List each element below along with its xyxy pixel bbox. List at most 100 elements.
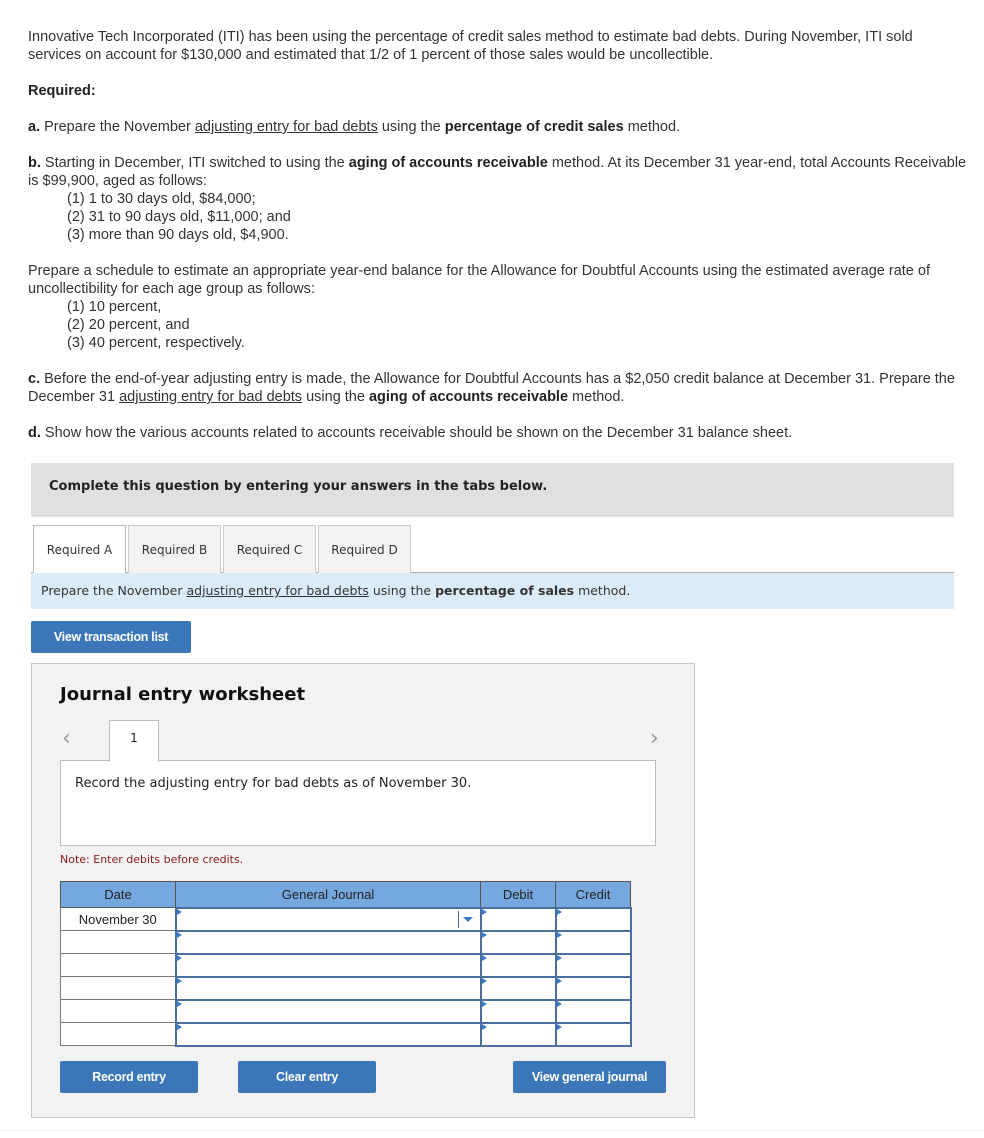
account-input[interactable] [174,975,482,1001]
view-transaction-list-button[interactable]: View transaction list [31,621,191,653]
tab-instruction: Prepare the November adjusting entry for… [31,573,954,609]
credit-input[interactable] [554,1021,632,1047]
input-marker-icon [176,1023,182,1030]
banner-text: Complete this question by entering your … [49,479,548,494]
tab-required-c[interactable]: Required C [223,525,316,573]
c-bold: aging of accounts receivable [368,389,569,405]
input-marker-icon [556,954,562,961]
account-input[interactable] [174,998,482,1024]
debit-input[interactable] [479,975,557,1001]
required-heading: Required: [28,82,968,100]
chevron-right-icon[interactable]: › [650,726,659,751]
intro-text: Innovative Tech Incorporated (ITI) has b… [28,29,913,63]
credit-input[interactable] [554,929,632,955]
divider [0,1130,984,1131]
input-marker-icon [176,954,182,961]
instruction-bold: percentage of sales [435,583,575,598]
input-marker-icon [481,977,487,984]
instruction-text: using the [368,583,436,598]
problem-intro: Innovative Tech Incorporated (ITI) has b… [28,28,968,64]
credit-input[interactable] [554,998,632,1024]
record-entry-button[interactable]: Record entry [60,1061,198,1093]
debit-input[interactable] [479,998,557,1024]
input-marker-icon [481,1023,487,1030]
journal-row [60,929,632,955]
credit-input[interactable] [554,952,632,978]
instruction-link[interactable]: adjusting entry for bad debts [186,583,368,598]
a-bold: percentage of credit sales [444,119,624,135]
rate-item: (1) 10 percent, [67,299,162,315]
tab-required-d[interactable]: Required D [318,525,411,573]
d-prefix: d. [28,425,41,441]
account-input[interactable] [174,1021,482,1047]
input-marker-icon [556,1023,562,1030]
requirement-b: b. Starting in December, ITI switched to… [28,154,968,244]
input-marker-icon [556,977,562,984]
input-marker-icon [481,931,487,938]
schedule-text: Prepare a schedule to estimate an approp… [28,263,930,297]
journal-row [60,1021,632,1047]
chevron-left-icon[interactable]: ‹ [62,726,71,751]
requirement-d: d. Show how the various accounts related… [28,424,968,442]
journal-row [60,952,632,978]
instruction-text: Prepare the November [41,583,187,598]
input-marker-icon [176,931,182,938]
entry-tab-1[interactable]: 1 [109,720,159,762]
requirement-c: c. Before the end-of-year adjusting entr… [28,370,968,406]
date-cell [60,1022,176,1046]
c-prefix: c. [28,371,41,387]
credit-input[interactable] [554,975,632,1001]
debit-input[interactable] [479,906,557,932]
journal-entry-worksheet: Journal entry worksheet ‹ › 1 Record the… [31,663,695,1118]
c-link[interactable]: adjusting entry for bad debts [119,389,302,405]
c-text: method. [568,389,625,405]
worksheet-title: Journal entry worksheet [60,684,306,705]
d-text: Show how the various accounts related to… [40,425,793,441]
instructions-banner: Complete this question by entering your … [31,463,954,517]
view-general-journal-button[interactable]: View general journal [513,1061,666,1093]
input-marker-icon [176,1000,182,1007]
input-marker-icon [481,954,487,961]
aging-item: (3) more than 90 days old, $4,900. [67,227,289,243]
aging-item: (2) 31 to 90 days old, $11,000; and [67,209,291,225]
a-text: Prepare the November [40,119,195,135]
debit-input[interactable] [479,1021,557,1047]
date-cell [60,976,176,1000]
journal-row [60,975,632,1001]
date-cell [60,930,176,954]
account-input[interactable] [174,952,482,978]
b-bold: aging of accounts receivable [348,155,548,171]
journal-table: Date General Journal Debit Credit Novemb… [60,881,632,1047]
entry-note: Note: Enter debits before credits. [60,853,244,866]
credit-input[interactable] [554,906,632,932]
tab-required-a[interactable]: Required A [33,525,126,574]
column-header-debit: Debit [480,881,556,908]
requirement-a: a. Prepare the November adjusting entry … [28,118,968,136]
column-header-credit: Credit [555,881,631,908]
date-cell [60,953,176,977]
entry-description: Record the adjusting entry for bad debts… [60,760,656,846]
c-text: using the [302,389,369,405]
clear-entry-button[interactable]: Clear entry [238,1061,376,1093]
input-marker-icon [556,908,562,915]
account-input[interactable] [174,929,482,955]
rate-item: (2) 20 percent, and [67,317,190,333]
instruction-text: method. [574,583,631,598]
required-label: Required: [28,83,96,99]
input-marker-icon [176,977,182,984]
debit-input[interactable] [479,952,557,978]
date-cell [60,999,176,1023]
date-cell: November 30 [60,907,176,931]
tab-required-b[interactable]: Required B [128,525,221,573]
a-prefix: a. [28,119,41,135]
dropdown-arrow-icon[interactable] [457,910,478,928]
debit-input[interactable] [479,929,557,955]
account-select[interactable] [174,906,482,932]
requirement-tabs: Required A Required B Required C Require… [31,525,954,574]
rate-item: (3) 40 percent, respectively. [67,335,245,351]
journal-row: November 30 [60,906,632,932]
input-marker-icon [481,1000,487,1007]
input-marker-icon [556,1000,562,1007]
a-link[interactable]: adjusting entry for bad debts [195,119,378,135]
input-marker-icon [176,908,182,915]
